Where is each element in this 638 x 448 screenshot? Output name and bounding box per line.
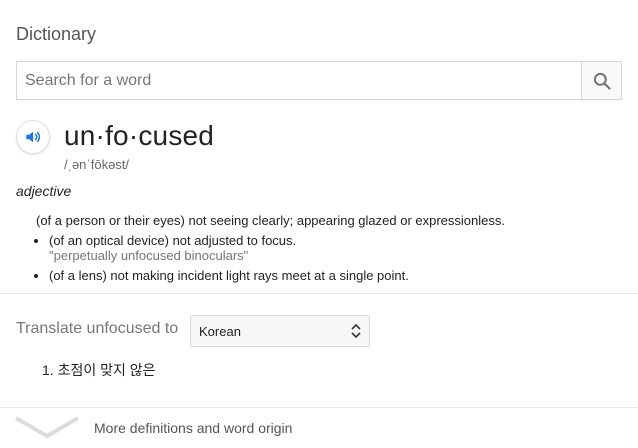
speaker-icon — [26, 131, 41, 143]
main-definition: (of a person or their eyes) not seeing c… — [36, 213, 505, 228]
translation-result: 1. 초점이 맞지 않은 — [42, 362, 156, 378]
chevron-down-icon — [14, 416, 80, 438]
pronunciation-audio-button[interactable] — [16, 120, 50, 154]
more-definitions-label: More definitions and word origin — [94, 420, 293, 436]
select-arrows-icon — [351, 324, 361, 338]
translation-results: 1. 초점이 맞지 않은 — [42, 360, 156, 380]
headword: un·fo·cused — [64, 120, 215, 151]
phonetic-spelling: /ˌənˈfōkəst/ — [64, 157, 130, 172]
search-box — [16, 61, 622, 100]
selected-language: Korean — [199, 323, 241, 339]
more-definitions-button[interactable]: More definitions and word origin — [0, 408, 638, 448]
part-of-speech: adjective — [16, 183, 72, 199]
search-icon — [593, 72, 611, 90]
sub-definition: (of an optical device) not adjusted to f… — [49, 233, 409, 263]
sub-definition-text: (of an optical device) not adjusted to f… — [49, 233, 297, 248]
sub-definitions-list: (of an optical device) not adjusted to f… — [36, 233, 409, 283]
translate-label: Translate unfocused to — [16, 320, 179, 337]
dictionary-card: Dictionary un·fo·cused /ˌənˈfōkəst/ adje… — [0, 0, 638, 448]
search-input[interactable] — [17, 62, 581, 99]
search-button[interactable] — [581, 62, 621, 99]
usage-example: "perpetually unfocused binoculars" — [49, 248, 249, 263]
language-select[interactable]: Korean — [190, 315, 370, 347]
sub-definition-text: (of a lens) not making incident light ra… — [49, 268, 409, 283]
section-divider — [0, 293, 638, 294]
card-title: Dictionary — [16, 24, 97, 44]
sub-definition: (of a lens) not making incident light ra… — [49, 268, 409, 283]
